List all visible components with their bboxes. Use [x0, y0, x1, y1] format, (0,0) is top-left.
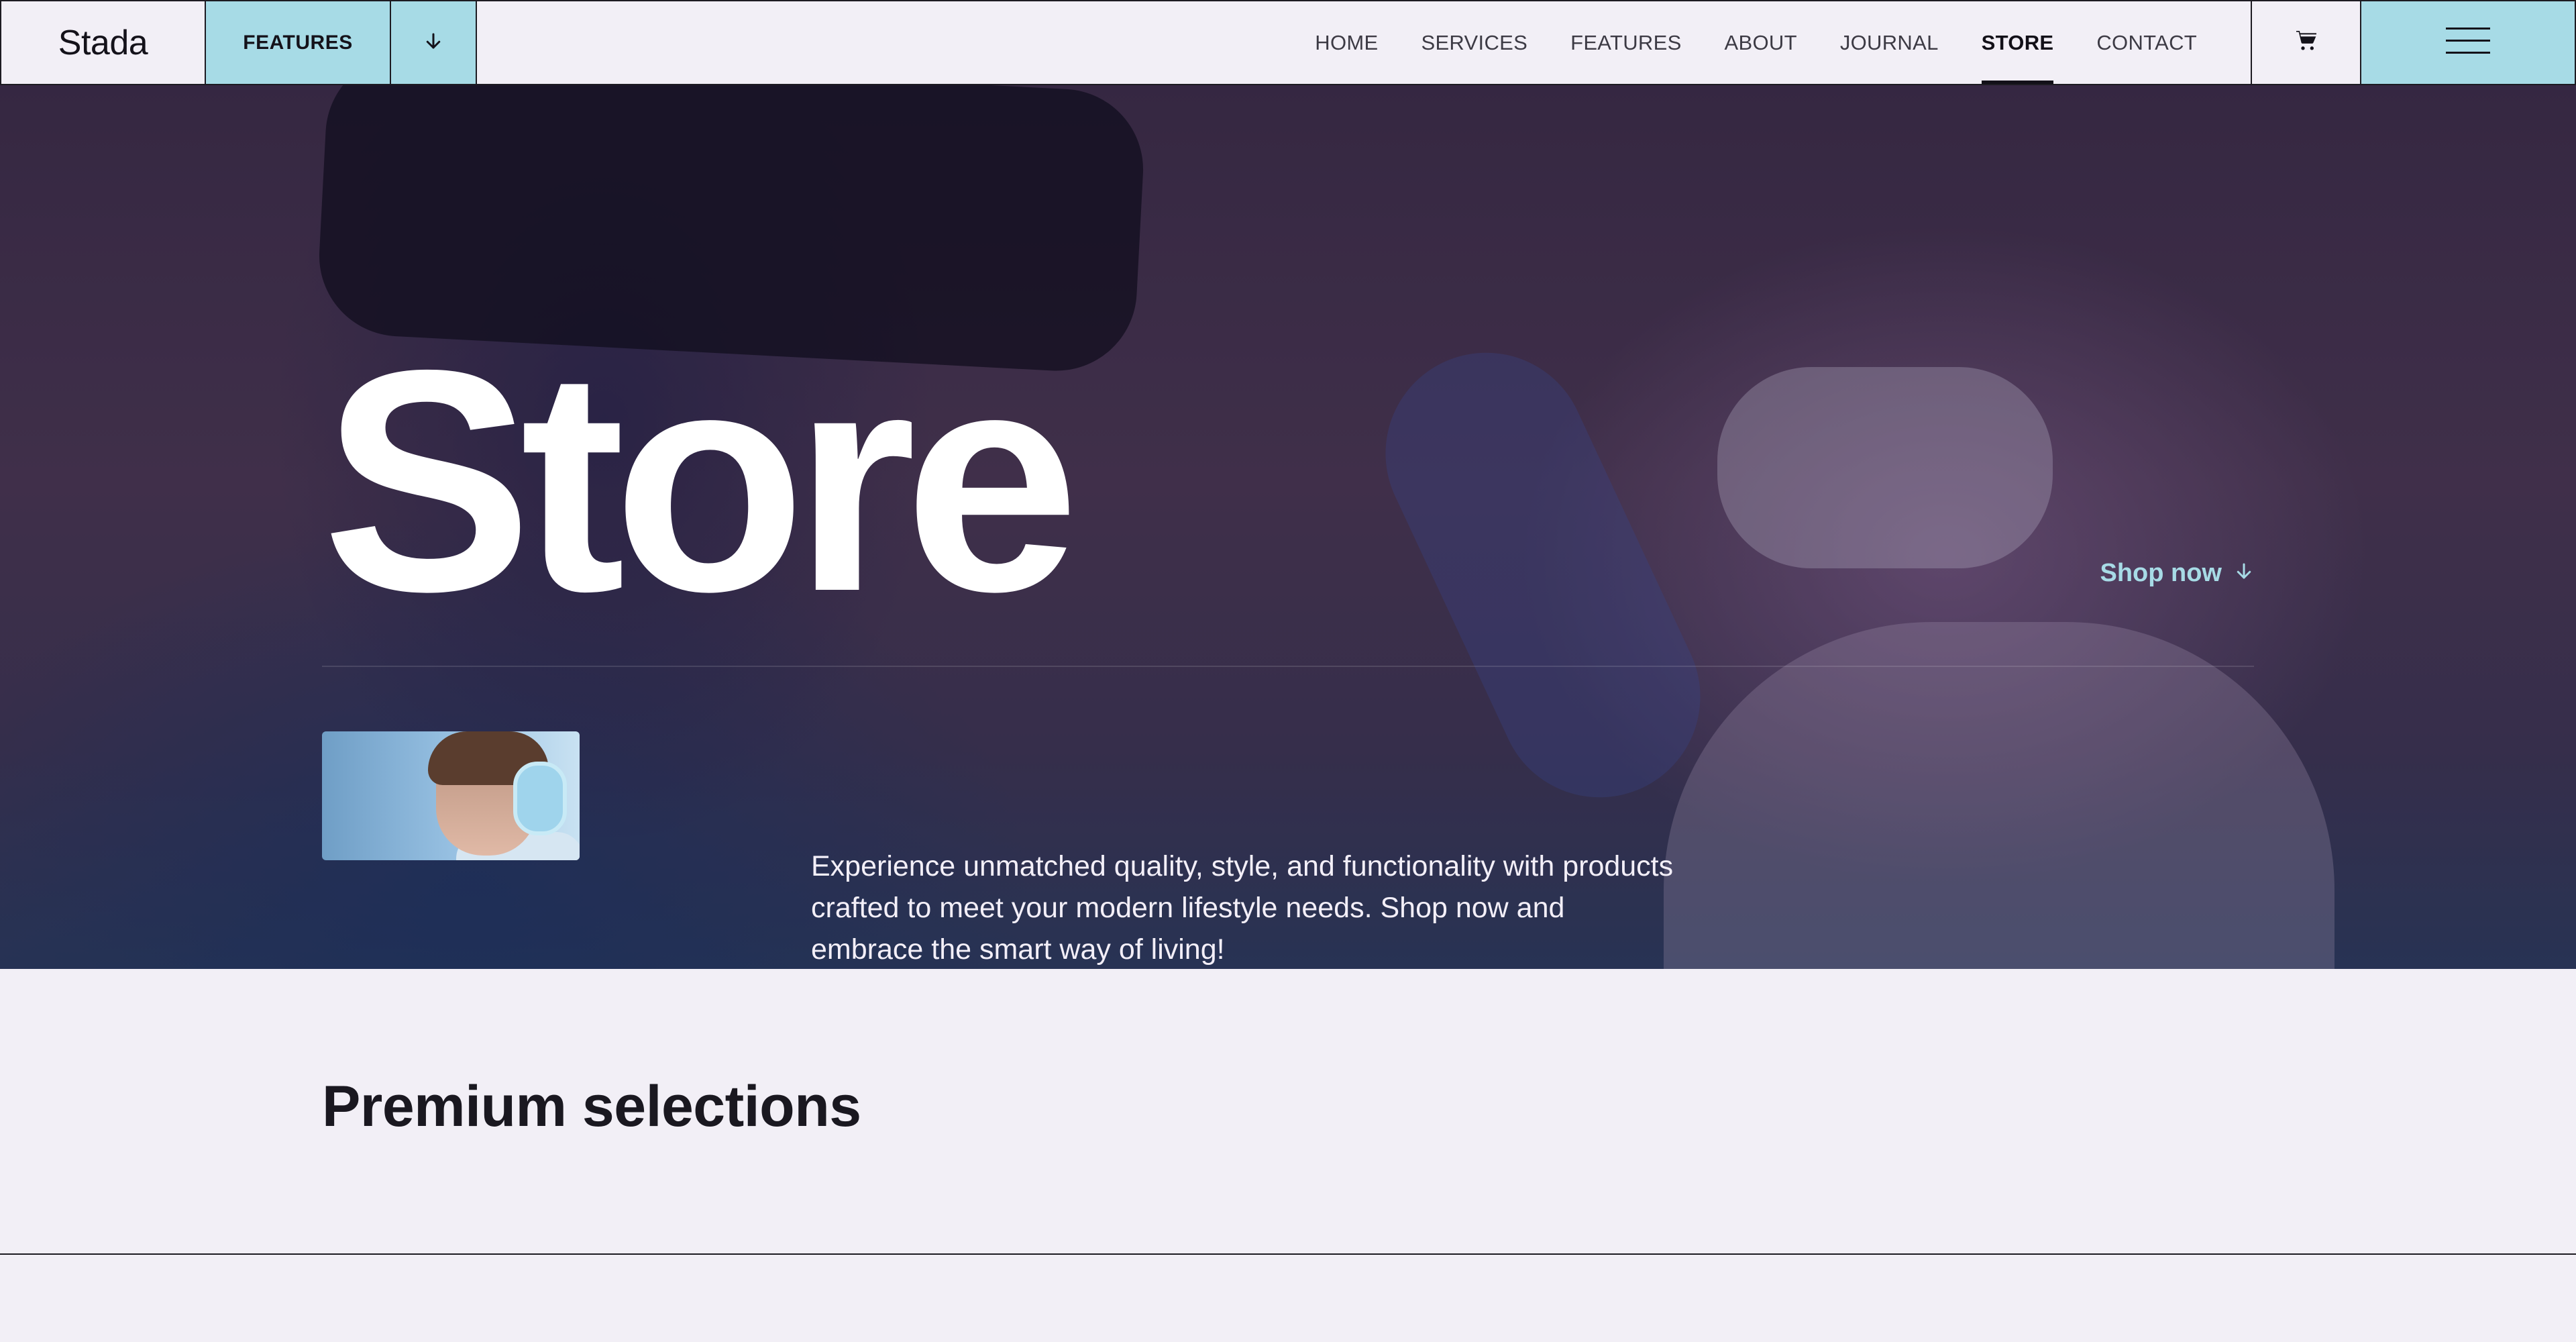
site-header: Stada FEATURES HOME SERVICES FEATURES AB… [0, 0, 2576, 85]
hero-description: Experience unmatched quality, style, and… [811, 850, 1674, 966]
nav-item-about[interactable]: ABOUT [1725, 1, 1797, 84]
features-dropdown-toggle[interactable] [391, 1, 477, 84]
section-title: Premium selections [322, 1074, 861, 1139]
menu-button[interactable] [2360, 1, 2575, 84]
header-spacer [477, 1, 1315, 84]
nav-item-features[interactable]: FEATURES [1570, 1, 1681, 84]
headphones-icon [513, 762, 567, 835]
hamburger-menu-icon [2446, 26, 2490, 59]
shop-now-link[interactable]: Shop now [2100, 559, 2254, 588]
cart-icon [2293, 28, 2320, 58]
arrow-down-icon [423, 31, 443, 54]
cart-button[interactable] [2251, 1, 2360, 84]
hero-section: Store Shop now Experience unmatched qual… [0, 85, 2576, 969]
page-title: Store [322, 305, 1079, 657]
logo[interactable]: Stada [1, 1, 206, 84]
hero-thumbnail-image [322, 731, 580, 860]
main-nav: HOME SERVICES FEATURES ABOUT JOURNAL STO… [1315, 1, 2251, 84]
nav-item-journal[interactable]: JOURNAL [1840, 1, 1939, 84]
nav-item-services[interactable]: SERVICES [1421, 1, 1527, 84]
section-divider [0, 1253, 2576, 1255]
nav-item-store[interactable]: STORE [1981, 1, 2054, 84]
shop-now-label: Shop now [2100, 559, 2222, 587]
nav-item-home[interactable]: HOME [1315, 1, 1378, 84]
features-dropdown-button[interactable]: FEATURES [206, 1, 391, 84]
hero-divider [322, 666, 2254, 667]
nav-item-contact[interactable]: CONTACT [2096, 1, 2197, 84]
arrow-down-icon [2222, 559, 2254, 588]
